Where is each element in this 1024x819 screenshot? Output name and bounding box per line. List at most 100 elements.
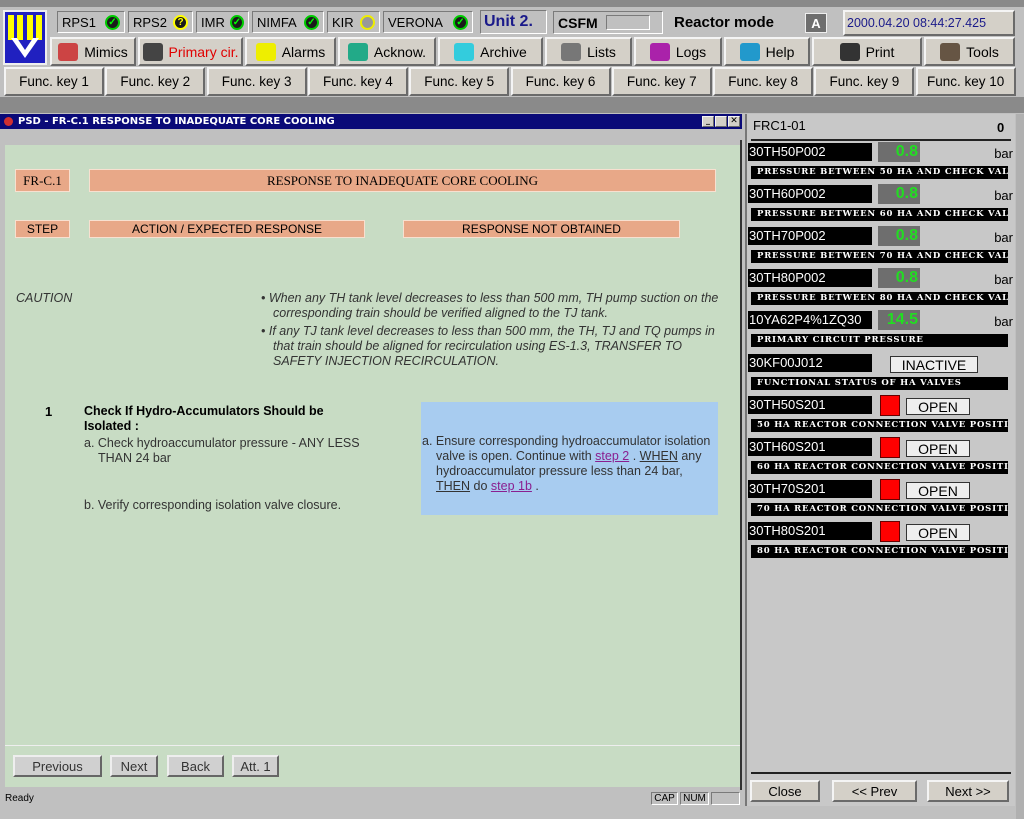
valve-status-led — [880, 436, 900, 458]
unit-label: Unit 2. — [480, 10, 547, 34]
toolbar-print-button[interactable]: Print — [812, 37, 922, 66]
procedure-title: RESPONSE TO INADEQUATE CORE COOLING — [89, 169, 716, 192]
question-icon — [739, 42, 760, 61]
caution-item: • When any TH tank level decreases to le… — [261, 291, 719, 320]
tag-description: PRESSURE BETWEEN 60 HA AND CHECK VALVE — [751, 208, 1008, 222]
top-strip — [0, 0, 1024, 7]
func-key-6[interactable]: Func. key 6 — [510, 67, 611, 96]
panel-count: 0 — [997, 120, 1005, 135]
toolbar-tools-button[interactable]: Tools — [924, 37, 1015, 66]
status-nimfa[interactable]: NIMFA ✓ — [252, 11, 324, 33]
check-circle-icon: ✓ — [229, 14, 244, 30]
right-edge — [1016, 114, 1024, 819]
toolbar-label: Lists — [587, 43, 616, 60]
attachment-button[interactable]: Att. 1 — [232, 755, 279, 777]
tag-name: 30TH70P002 — [748, 227, 872, 246]
toolbar-label: Mimics — [84, 43, 128, 60]
app-logo — [3, 10, 47, 65]
panel-divider — [751, 139, 1011, 141]
caution-list: • When any TH tank level decreases to le… — [261, 291, 721, 369]
toolbar-label: Help — [765, 43, 795, 60]
valve-state: OPEN — [906, 481, 970, 499]
status-bar: Ready CAP NUM — [0, 790, 742, 807]
link-step-2[interactable]: step 2 — [595, 449, 629, 463]
func-key-4[interactable]: Func. key 4 — [307, 67, 408, 96]
panel-close-button[interactable]: Close — [750, 780, 820, 802]
func-key-1[interactable]: Func. key 1 — [4, 67, 104, 96]
panel-prev-button[interactable]: << Prev — [832, 780, 917, 802]
link-step-1b[interactable]: step 1b — [491, 479, 532, 493]
func-key-9[interactable]: Func. key 9 — [814, 67, 915, 96]
func-key-10[interactable]: Func. key 10 — [915, 67, 1016, 96]
toolbar-archive-button[interactable]: Archive — [438, 37, 543, 66]
diamond-icon — [454, 42, 475, 61]
tag-description: FUNCTIONAL STATUS OF HA VALVES — [751, 376, 1008, 390]
toolbar-acknow-button[interactable]: Acknow. — [338, 37, 436, 66]
tag-description: 70 HA REACTOR CONNECTION VALVE POSITION — [751, 502, 1008, 516]
status-imr[interactable]: IMR ✓ — [196, 11, 249, 33]
column-header-step: STEP — [15, 220, 70, 238]
window-title: PSD - FR-C.1 RESPONSE TO INADEQUATE CORE… — [18, 116, 335, 127]
toolbar-label: Logs — [675, 43, 707, 60]
maximize-button[interactable] — [715, 116, 727, 127]
datetime: 2000.04.20 08:44:27.425 — [843, 10, 1015, 36]
func-key-2[interactable]: Func. key 2 — [105, 67, 206, 96]
caution-item: • If any TJ tank level decreases to less… — [261, 324, 715, 368]
tag-name: 30TH50P002 — [748, 143, 872, 161]
func-key-8[interactable]: Func. key 8 — [713, 67, 814, 96]
tag-name: 30KF00J012 — [748, 353, 872, 372]
valve-status-led — [880, 520, 900, 542]
func-key-5[interactable]: Func. key 5 — [409, 67, 510, 96]
status-verona[interactable]: VERONA ✓ — [383, 11, 473, 33]
check-circle-icon: ✓ — [105, 14, 120, 30]
app-icon — [4, 117, 13, 126]
back-button[interactable]: Back — [167, 755, 224, 777]
toolbar-label: Print — [865, 43, 895, 60]
status-rps1[interactable]: RPS1 ✓ — [57, 11, 125, 33]
value-display: 0.8 — [878, 142, 920, 162]
status-label: RPS2 — [133, 14, 167, 30]
status-label: IMR — [201, 14, 225, 30]
valve-status-led — [880, 394, 900, 416]
unit-label: bar — [994, 146, 1013, 161]
status-rps2[interactable]: RPS2? — [128, 11, 193, 33]
valve-state: OPEN — [906, 397, 970, 415]
close-window-button[interactable]: ✕ — [728, 116, 740, 127]
func-key-3[interactable]: Func. key 3 — [206, 67, 307, 96]
value-display: 0.8 — [878, 184, 920, 205]
toolbar-primary-cir-button[interactable]: Primary cir. — [138, 37, 243, 66]
panel-id: FRC1-01 — [753, 118, 806, 133]
doc-scroll-edge — [740, 140, 742, 790]
toolbar-lists-button[interactable]: Lists — [545, 37, 632, 66]
caution-label: CAUTION — [16, 291, 73, 305]
status-kir[interactable]: KIR — [327, 11, 380, 33]
tag-name: 30TH60S201 — [748, 437, 872, 456]
panel-next-button[interactable]: Next >> — [927, 780, 1009, 802]
toolbar-help-button[interactable]: Help — [724, 37, 810, 66]
minimize-button[interactable]: _ — [702, 116, 714, 127]
valve-state: OPEN — [906, 439, 970, 457]
tag-name: 30TH70S201 — [748, 479, 872, 498]
separator-band — [0, 97, 1024, 113]
rno-box: a. Ensure corresponding hydroaccumulator… — [421, 402, 718, 515]
next-button[interactable]: Next — [110, 755, 158, 777]
parameter-panel: FRC1-01 0 30TH50P002 0.8 bar PRESSURE BETWE… — [745, 114, 1015, 806]
csfm-indicator: CSFM — [553, 11, 663, 34]
toolbar-logs-button[interactable]: Logs — [634, 37, 722, 66]
tag-name: 10YA62P4%1ZQ30 — [748, 311, 872, 330]
tag-description: 50 HA REACTOR CONNECTION VALVE POSITION — [751, 418, 1008, 432]
unit-label: bar — [994, 314, 1013, 330]
unit-label: bar — [994, 188, 1013, 204]
status-label: RPS1 — [62, 14, 96, 30]
procedure-document: FR-C.1 RESPONSE TO INADEQUATE CORE COOLI… — [5, 145, 740, 745]
toolbar-mimics-button[interactable]: Mimics — [50, 37, 136, 66]
num-indicator: NUM — [680, 792, 709, 805]
tag-name: 30TH50S201 — [748, 395, 872, 414]
tag-description: PRIMARY CIRCUIT PRESSURE — [751, 334, 1008, 348]
func-key-7[interactable]: Func. key 7 — [611, 67, 712, 96]
previous-button[interactable]: Previous — [13, 755, 102, 777]
toolbar-alarms-button[interactable]: Alarms — [245, 37, 336, 66]
check-circle-icon: ✓ — [304, 14, 319, 30]
reactor-mode-label: Reactor mode — [674, 14, 775, 31]
window-title-bar: PSD - FR-C.1 RESPONSE TO INADEQUATE CORE… — [0, 114, 742, 129]
